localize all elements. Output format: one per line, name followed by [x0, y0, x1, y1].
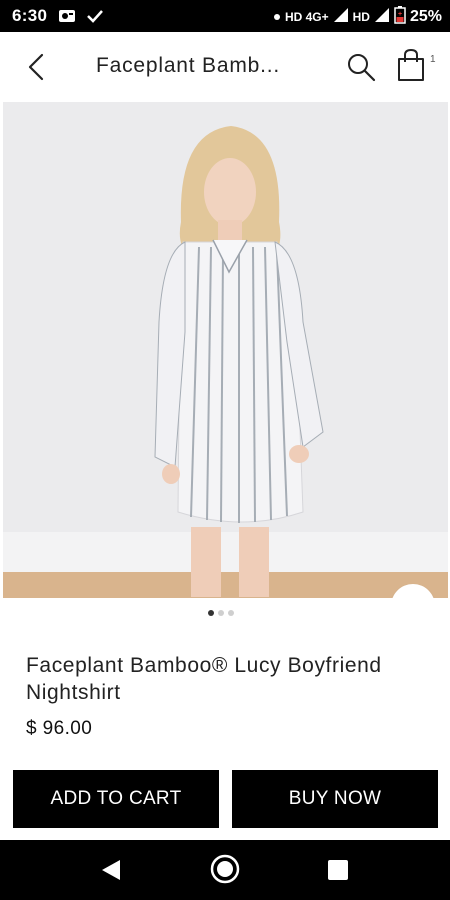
status-bar: 6:30 HD 4G+ HD + 25%: [0, 0, 450, 32]
network-label: HD 4G+: [284, 9, 329, 24]
search-button[interactable]: [344, 50, 378, 84]
signal-icon: [333, 7, 349, 26]
signal-icon-2: [374, 7, 390, 26]
photo-notification-icon: [58, 8, 76, 29]
nav-recent-icon[interactable]: [328, 860, 348, 880]
battery-icon: +: [394, 6, 406, 27]
dot-icon: [273, 10, 281, 24]
search-icon: [348, 54, 376, 82]
image-pager: [208, 610, 234, 616]
status-right-group: HD 4G+ HD + 25%: [273, 6, 442, 27]
add-to-cart-button[interactable]: ADD TO CART: [13, 770, 219, 828]
cart-count-badge: 1: [430, 54, 436, 65]
share-icon: [401, 594, 425, 598]
back-arrow-icon: [28, 53, 44, 81]
back-button[interactable]: [20, 50, 52, 84]
battery-percent: 25%: [409, 7, 442, 25]
page-title: Faceplant Bamb...: [96, 54, 281, 77]
nav-home-icon[interactable]: [210, 854, 240, 889]
pager-dot-active[interactable]: [208, 610, 214, 616]
second-network-label: HD: [352, 9, 370, 24]
product-price: $ 96.00: [26, 718, 93, 739]
buy-now-button[interactable]: BUY NOW: [232, 770, 438, 828]
system-nav-bar: [0, 840, 450, 900]
status-time: 6:30: [12, 6, 48, 25]
product-image[interactable]: [3, 102, 448, 598]
check-icon: [86, 8, 104, 29]
shopping-bag-icon: [398, 48, 424, 81]
nav-back-icon[interactable]: [100, 858, 122, 887]
product-photo: [3, 102, 448, 598]
app-bar: Faceplant Bamb... 1: [0, 32, 450, 102]
product-name: Faceplant Bamboo® Lucy Boyfriend Nightsh…: [26, 654, 382, 704]
svg-text:+: +: [398, 11, 402, 18]
pager-dot[interactable]: [228, 610, 234, 616]
pager-dot[interactable]: [218, 610, 224, 616]
